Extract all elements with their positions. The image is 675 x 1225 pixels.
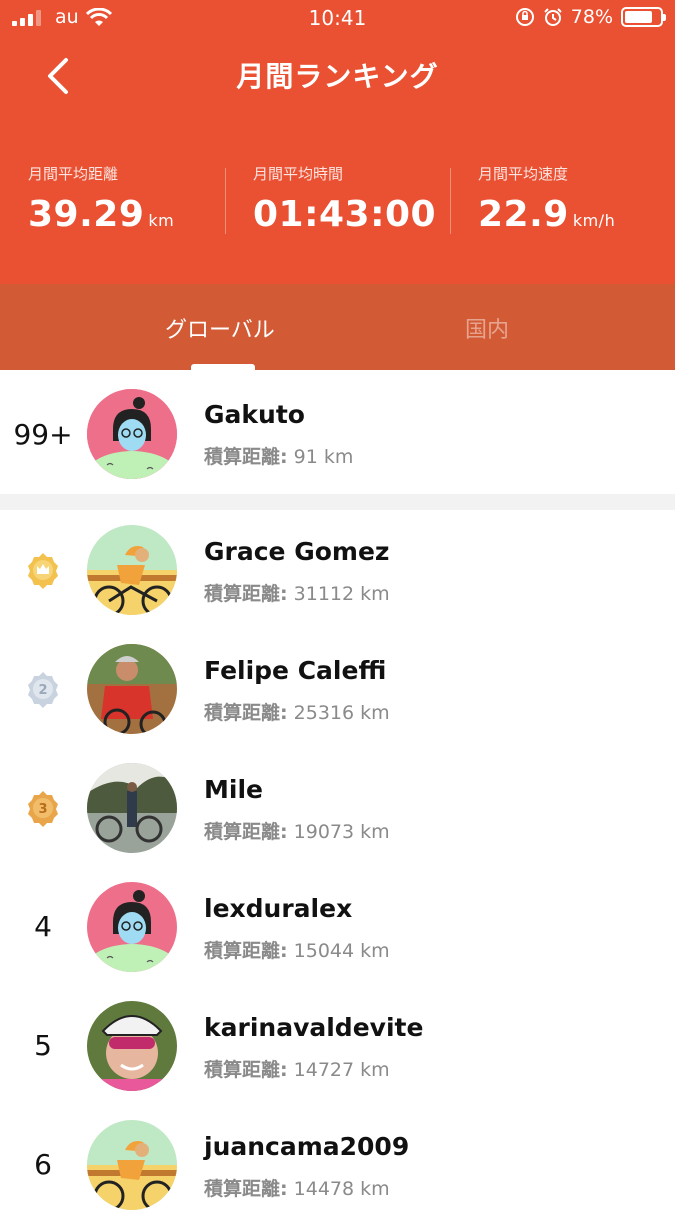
avatar[interactable] bbox=[87, 1120, 177, 1210]
divider bbox=[450, 168, 451, 234]
stat-avg-speed: 月間平均速度 22.9 km/h bbox=[478, 163, 615, 235]
rank-number: 4 bbox=[34, 910, 52, 943]
svg-text:3: 3 bbox=[38, 802, 47, 817]
avatar[interactable] bbox=[87, 644, 177, 734]
stat-value: 01:43:00 bbox=[253, 194, 437, 235]
header: au 10:41 78% 月間ランキング 月間平均距離 39.29 km 月間平… bbox=[0, 0, 675, 284]
avatar[interactable] bbox=[87, 763, 177, 853]
silver-medal-icon: 2 bbox=[28, 672, 58, 708]
tab-domestic[interactable]: 国内 bbox=[465, 312, 509, 344]
battery-percent: 78% bbox=[570, 6, 613, 28]
divider bbox=[225, 168, 226, 234]
user-distance: 積算距離: 91 km bbox=[204, 446, 354, 468]
avatar[interactable] bbox=[87, 1001, 177, 1091]
stat-value: 39.29 bbox=[28, 194, 145, 235]
avatar[interactable] bbox=[87, 389, 177, 479]
stat-avg-distance: 月間平均距離 39.29 km bbox=[28, 163, 174, 235]
svg-text:2: 2 bbox=[38, 683, 47, 698]
section-gap bbox=[0, 494, 675, 510]
rank-number: 5 bbox=[34, 1029, 52, 1062]
list-item[interactable]: 5 karinavaldevite 積算距離: 14727 km bbox=[0, 987, 675, 1106]
avatar[interactable] bbox=[87, 525, 177, 615]
user-distance: 積算距離: 15044 km bbox=[204, 940, 390, 962]
stat-avg-time: 月間平均時間 01:43:00 bbox=[253, 163, 436, 235]
stat-unit: km bbox=[148, 211, 175, 230]
gold-medal-icon bbox=[28, 553, 58, 589]
list-item[interactable]: 2 Felipe Caleffi 積算距離: 25316 km bbox=[0, 630, 675, 749]
alarm-icon bbox=[544, 8, 562, 26]
stat-label: 月間平均速度 bbox=[478, 165, 569, 183]
user-distance: 積算距離: 14478 km bbox=[204, 1178, 390, 1200]
page-title: 月間ランキング bbox=[236, 60, 439, 93]
user-name: Mile bbox=[204, 775, 263, 804]
list-item[interactable]: Grace Gomez 積算距離: 31112 km bbox=[0, 511, 675, 630]
list-item[interactable]: 6 juancama2009 積算距離: 14478 km bbox=[0, 1106, 675, 1225]
tab-global[interactable]: グローバル bbox=[165, 312, 275, 344]
stat-value: 22.9 bbox=[478, 194, 569, 235]
bronze-medal-icon: 3 bbox=[28, 791, 58, 827]
user-name: juancama2009 bbox=[204, 1132, 410, 1161]
user-distance: 積算距離: 14727 km bbox=[204, 1059, 390, 1081]
user-distance: 積算距離: 31112 km bbox=[204, 583, 390, 605]
user-name: Grace Gomez bbox=[204, 537, 390, 566]
battery-icon bbox=[621, 7, 666, 27]
user-name: lexduralex bbox=[204, 894, 353, 923]
my-rank-row[interactable]: 99+ Gakuto 積算距離: 91 km bbox=[0, 370, 675, 494]
stat-label: 月間平均距離 bbox=[28, 165, 119, 183]
stat-unit: km/h bbox=[572, 211, 616, 230]
avatar[interactable] bbox=[87, 882, 177, 972]
stat-label: 月間平均時間 bbox=[253, 165, 344, 183]
orientation-lock-icon bbox=[515, 8, 534, 26]
rank-number: 99+ bbox=[13, 418, 73, 451]
user-name: karinavaldevite bbox=[204, 1013, 424, 1042]
list-item[interactable]: 4 lexduralex 積算距離: 15044 km bbox=[0, 868, 675, 987]
tab-bar: グローバル 国内 bbox=[0, 284, 675, 370]
rank-number: 6 bbox=[34, 1148, 52, 1181]
status-bar: au 10:41 78% bbox=[0, 0, 675, 38]
user-name: Felipe Caleffi bbox=[204, 656, 387, 685]
user-distance: 積算距離: 19073 km bbox=[204, 821, 390, 843]
user-name: Gakuto bbox=[204, 400, 305, 429]
list-item[interactable]: 3 Mile 積算距離: 19073 km bbox=[0, 749, 675, 868]
user-distance: 積算距離: 25316 km bbox=[204, 702, 390, 724]
